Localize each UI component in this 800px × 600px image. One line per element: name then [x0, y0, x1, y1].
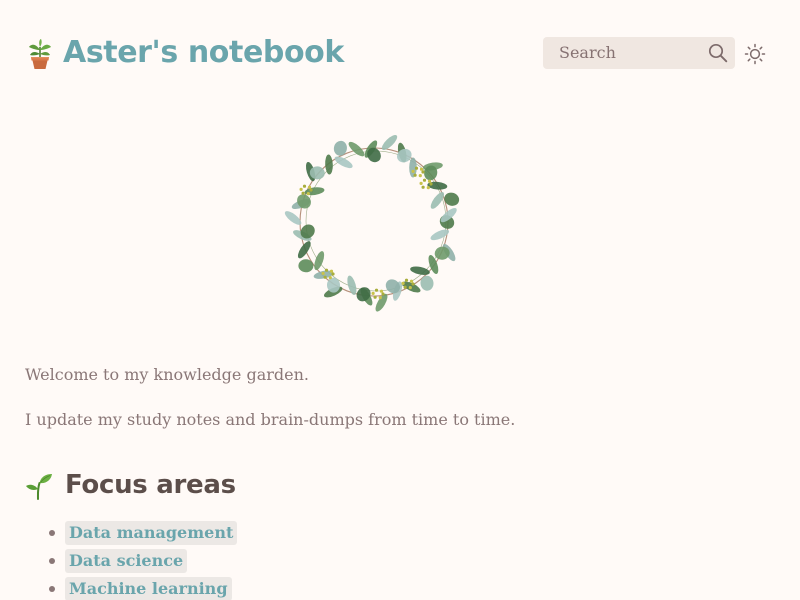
focus-link-data-management[interactable]: Data management	[65, 521, 238, 545]
list-item: Data science	[25, 548, 237, 576]
potted-plant-icon	[29, 39, 51, 69]
seedling-icon	[26, 474, 52, 500]
search-icon[interactable]	[708, 43, 728, 63]
site-header: Aster's notebook Search	[0, 0, 800, 100]
focus-areas-list: Data management Data science Machine lea…	[25, 520, 238, 600]
list-item: Machine learning	[25, 576, 237, 600]
bullet	[49, 530, 55, 536]
sun-icon[interactable]	[744, 43, 766, 65]
welcome-paragraph: Welcome to my knowledge garden.	[25, 365, 309, 384]
leaf-wreath-image	[284, 135, 460, 312]
section-title: Focus areas	[65, 470, 236, 500]
focus-link-data-science[interactable]: Data science	[65, 549, 188, 573]
intro-paragraph: I update my study notes and brain-dumps …	[25, 410, 516, 429]
site-title[interactable]: Aster's notebook	[63, 33, 344, 73]
bullet	[49, 558, 55, 564]
bullet	[49, 586, 55, 592]
search-placeholder: Search	[559, 43, 616, 62]
list-item: Data management	[25, 520, 238, 548]
focus-link-machine-learning[interactable]: Machine learning	[65, 577, 232, 600]
search-box[interactable]: Search	[543, 37, 735, 69]
